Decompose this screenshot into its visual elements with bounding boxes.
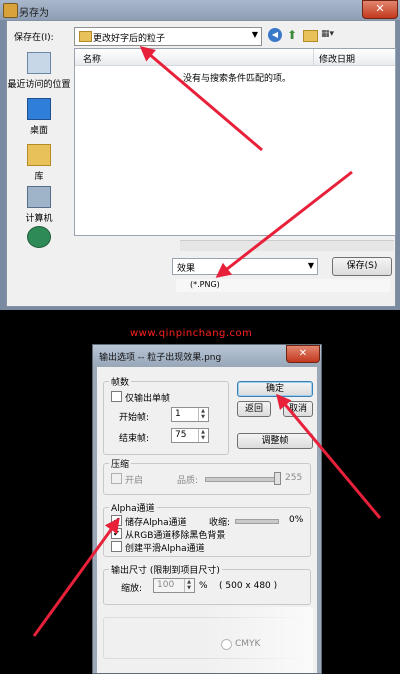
back-icon[interactable]: ◀ bbox=[268, 28, 282, 42]
save-as-titlebar: 另存为 ✕ bbox=[0, 0, 400, 20]
adjust-frames-button[interactable]: 调整帧 bbox=[237, 433, 313, 449]
empty-message: 没有与搜索条件匹配的项。 bbox=[183, 74, 292, 84]
chevron-down-icon: ▼ bbox=[251, 30, 258, 39]
computer-icon bbox=[27, 186, 51, 208]
window-title: 另存为 bbox=[19, 8, 49, 19]
save-alpha-checkbox[interactable]: ✔ bbox=[111, 515, 122, 526]
quality-label: 品质: bbox=[177, 476, 199, 486]
start-frame-value: 1 bbox=[175, 409, 181, 419]
place-label: 计算机 bbox=[25, 214, 53, 224]
cmyk-radio[interactable] bbox=[221, 639, 232, 650]
column-name[interactable]: 名称 bbox=[83, 52, 101, 65]
places-bar: 最近访问的位置 桌面 库 计算机 bbox=[6, 46, 72, 248]
filename-value: 效果 bbox=[177, 264, 196, 274]
place-recent[interactable]: 最近访问的位置 bbox=[6, 52, 72, 90]
compression-enable-label: 开启 bbox=[125, 476, 144, 486]
scale-value: 100 bbox=[157, 580, 175, 590]
frames-group-label: 帧数 bbox=[109, 375, 132, 388]
cancel-button[interactable]: 取消 bbox=[283, 401, 313, 417]
compression-group-label: 压缩 bbox=[109, 457, 132, 470]
quality-slider[interactable] bbox=[205, 477, 281, 482]
desktop-icon bbox=[27, 98, 51, 120]
recent-places-icon bbox=[27, 52, 51, 74]
folder-icon bbox=[79, 31, 92, 42]
back-button[interactable]: 返回 bbox=[237, 401, 271, 417]
save-alpha-label: 储存Alpha通道 bbox=[125, 518, 187, 528]
ok-button[interactable]: 确定 bbox=[237, 381, 313, 397]
end-frame-value: 75 bbox=[175, 430, 187, 440]
chevron-down-icon: ▼ bbox=[307, 261, 314, 270]
end-frame-label: 结束帧: bbox=[119, 434, 150, 444]
scale-label: 缩放: bbox=[121, 584, 143, 594]
close-button[interactable]: ✕ bbox=[286, 345, 320, 363]
save-in-label: 保存在(I): bbox=[14, 33, 54, 43]
remove-black-checkbox[interactable]: ✔ bbox=[111, 528, 122, 539]
remove-black-label: 从RGB通道移除黑色背景 bbox=[125, 531, 226, 541]
quality-slider-thumb[interactable] bbox=[274, 472, 281, 485]
new-folder-icon[interactable] bbox=[303, 30, 318, 42]
save-in-combobox[interactable]: 更改好字后的粒子 ▼ bbox=[74, 27, 262, 46]
output-options-titlebar: 输出选项 -- 粒子出现效果.png ✕ bbox=[93, 345, 321, 365]
shrink-label: 收缩: bbox=[209, 518, 231, 528]
start-frame-label: 开始帧: bbox=[119, 413, 150, 423]
output-options-window: 输出选项 -- 粒子出现效果.png ✕ 帧数 仅输出单帧 开始帧: 1 ▲ ▼ … bbox=[92, 344, 322, 674]
filetype-combobox[interactable]: (*.PNG) bbox=[176, 279, 390, 292]
place-label: 桌面 bbox=[29, 126, 48, 136]
end-frame-stepper[interactable]: 75 ▲ ▼ bbox=[171, 428, 209, 443]
output-options-body: 帧数 仅输出单帧 开始帧: 1 ▲ ▼ 结束帧: 75 ▲ ▼ 确定 返回 取消 调… bbox=[97, 367, 317, 673]
place-network[interactable] bbox=[6, 226, 72, 248]
compression-enable-checkbox[interactable] bbox=[111, 473, 122, 484]
library-icon bbox=[27, 144, 51, 166]
spin-arrows-icon[interactable]: ▲ ▼ bbox=[198, 429, 207, 442]
watermark-url: www.qinpinchang.com bbox=[130, 328, 253, 339]
up-folder-icon[interactable]: ⬆ bbox=[287, 28, 301, 42]
spin-arrows-icon[interactable]: ▲ ▼ bbox=[184, 579, 193, 592]
place-label: 最近访问的位置 bbox=[7, 80, 71, 90]
quality-value: 255 bbox=[285, 473, 303, 483]
place-label: 库 bbox=[34, 172, 44, 182]
app-icon bbox=[3, 3, 18, 18]
filename-combobox[interactable]: 效果 ▼ bbox=[172, 258, 318, 275]
alpha-group-label: Alpha通道 bbox=[109, 501, 157, 514]
smooth-alpha-checkbox[interactable] bbox=[111, 541, 122, 552]
column-date[interactable]: 修改日期 bbox=[319, 52, 355, 65]
place-desktop[interactable]: 桌面 bbox=[6, 98, 72, 136]
window-title: 输出选项 -- 粒子出现效果.png bbox=[99, 353, 222, 363]
smooth-alpha-label: 创建平滑Alpha通道 bbox=[125, 544, 205, 554]
single-frame-checkbox[interactable] bbox=[111, 391, 122, 402]
cmyk-label: CMYK bbox=[235, 639, 261, 649]
shrink-value: 0% bbox=[289, 515, 304, 525]
column-divider bbox=[313, 49, 314, 65]
output-dims: ( 500 x 480 ) bbox=[219, 581, 278, 591]
view-menu-icon[interactable]: ▦▾ bbox=[321, 29, 343, 41]
close-button[interactable]: ✕ bbox=[362, 0, 398, 19]
output-size-group-label: 输出尺寸 (限制到项目尺寸) bbox=[109, 563, 222, 576]
horizontal-scrollbar[interactable] bbox=[180, 240, 394, 251]
file-list[interactable]: 名称 修改日期 没有与搜索条件匹配的项。 bbox=[74, 48, 396, 236]
filetype-value: (*.PNG) bbox=[190, 280, 220, 289]
save-as-window: 另存为 ✕ 保存在(I): 更改好字后的粒子 ▼ ◀ ⬆ ▦▾ 最近访问的位置 … bbox=[0, 0, 400, 310]
scale-percent: % bbox=[199, 581, 208, 591]
spin-arrows-icon[interactable]: ▲ ▼ bbox=[198, 408, 207, 421]
save-button[interactable]: 保存(S) bbox=[332, 257, 392, 276]
start-frame-stepper[interactable]: 1 ▲ ▼ bbox=[171, 407, 209, 422]
place-library[interactable]: 库 bbox=[6, 144, 72, 182]
single-frame-label: 仅输出单帧 bbox=[125, 394, 171, 404]
scale-stepper[interactable]: 100 ▲ ▼ bbox=[153, 578, 195, 593]
file-list-header: 名称 修改日期 bbox=[75, 49, 395, 66]
folder-name: 更改好字后的粒子 bbox=[93, 34, 166, 44]
network-icon bbox=[27, 226, 51, 248]
shrink-slider[interactable] bbox=[235, 519, 279, 524]
place-computer[interactable]: 计算机 bbox=[6, 186, 72, 224]
